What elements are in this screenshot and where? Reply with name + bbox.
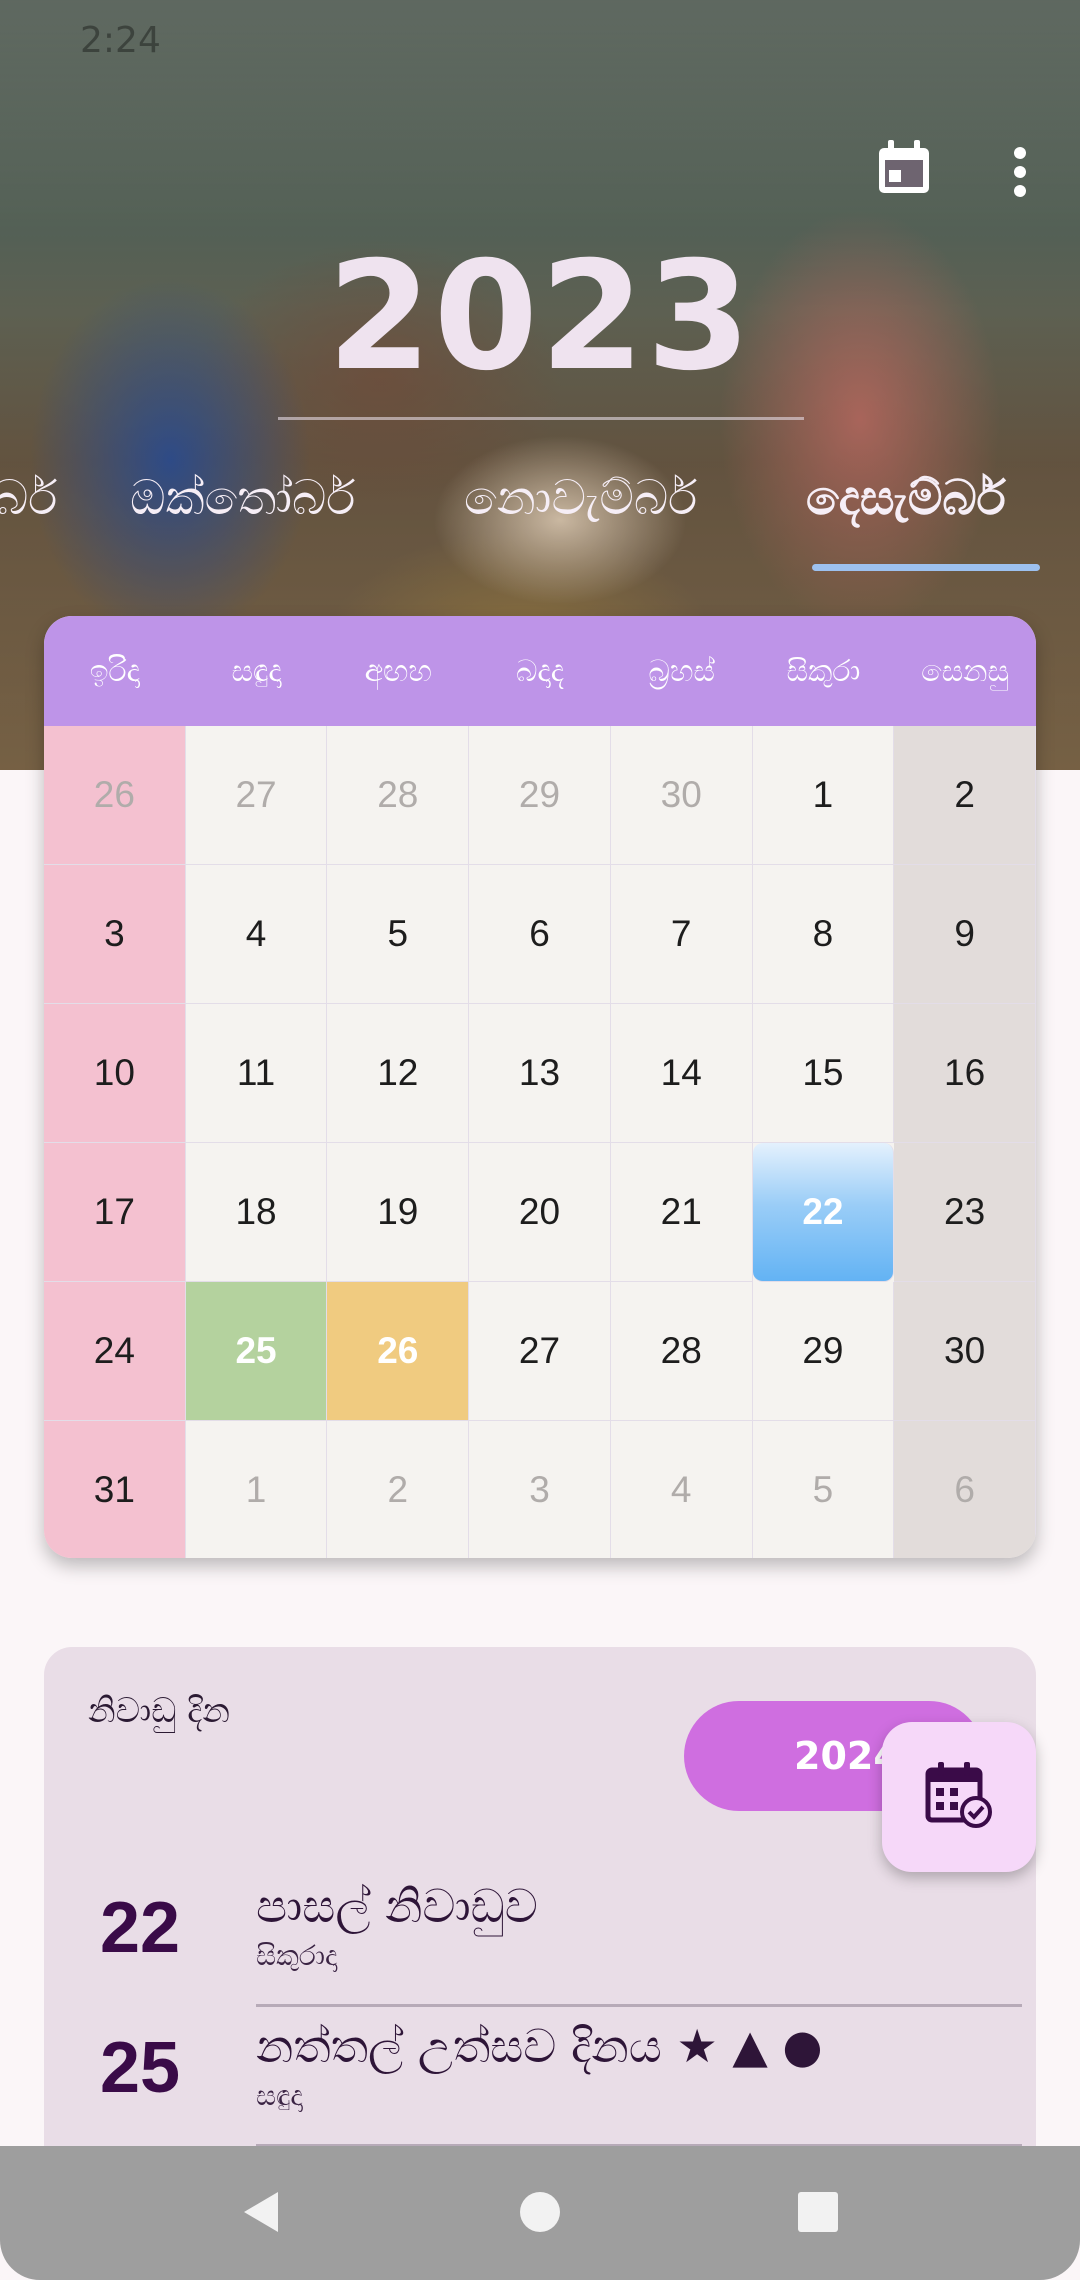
weekday-wednesday: බදාද bbox=[515, 653, 565, 689]
month-tab-indicator bbox=[812, 564, 1040, 571]
tab-month-september[interactable]: බර් bbox=[0, 470, 57, 527]
calendar-day[interactable]: 21 bbox=[610, 1143, 753, 1282]
calendar-day[interactable]: 19 bbox=[327, 1143, 470, 1282]
calendar-icon[interactable] bbox=[876, 140, 932, 196]
calendar-day[interactable]: 4 bbox=[185, 865, 328, 1004]
calendar-day[interactable]: 15 bbox=[752, 1004, 895, 1143]
calendar-day-holiday[interactable]: 25 bbox=[185, 1282, 328, 1421]
calendar-day-today[interactable]: 22 bbox=[752, 1143, 895, 1282]
calendar-day[interactable]: 30 bbox=[610, 726, 753, 865]
calendar-day[interactable]: 30 bbox=[894, 1282, 1036, 1421]
status-time: 2:24 bbox=[80, 20, 161, 61]
calendar-day[interactable]: 6 bbox=[469, 865, 611, 1004]
calendar-day[interactable]: 31 bbox=[44, 1421, 186, 1558]
calendar-day[interactable]: 17 bbox=[44, 1143, 186, 1282]
calendar-day[interactable]: 29 bbox=[752, 1282, 895, 1421]
weekday-header: ඉරිදා සඳුදා අඟහ බදාද බ්‍රහස් සිකුරා සෙනස… bbox=[44, 616, 1036, 726]
calendar-check-button[interactable] bbox=[882, 1722, 1036, 1872]
tab-month-november[interactable]: නොවැම්බර් bbox=[464, 470, 697, 527]
holiday-day: 25 bbox=[100, 2028, 181, 2108]
year-divider bbox=[278, 417, 804, 420]
calendar-day[interactable]: 12 bbox=[327, 1004, 470, 1143]
calendar-day[interactable]: 2 bbox=[894, 726, 1036, 865]
holiday-weekday: සිකුරාදා bbox=[256, 1939, 338, 1972]
calendar-day[interactable]: 11 bbox=[185, 1004, 328, 1143]
holiday-item[interactable]: 22 පාසල් නිවාඩුව සිකුරාදා bbox=[44, 1867, 1036, 2007]
home-icon[interactable] bbox=[510, 2182, 570, 2242]
weekday-friday: සිකුරා bbox=[786, 653, 861, 689]
calendar-day[interactable]: 18 bbox=[185, 1143, 328, 1282]
calendar-day[interactable]: 3 bbox=[469, 1421, 611, 1558]
calendar-day[interactable]: 8 bbox=[752, 865, 895, 1004]
tab-month-december[interactable]: දෙසැම්බර් bbox=[806, 470, 1006, 527]
back-icon[interactable] bbox=[230, 2182, 290, 2242]
calendar-day[interactable]: 1 bbox=[185, 1421, 328, 1558]
calendar-day[interactable]: 28 bbox=[610, 1282, 753, 1421]
calendar-day[interactable]: 16 bbox=[894, 1004, 1036, 1143]
calendar-day[interactable]: 2 bbox=[327, 1421, 470, 1558]
month-tabs: බර් ඔක්තෝබර් නොවැම්බර් දෙසැම්බර් bbox=[0, 470, 1080, 570]
tab-month-october[interactable]: ඔක්තෝබර් bbox=[130, 470, 355, 527]
calendar-day[interactable]: 1 bbox=[752, 726, 895, 865]
calendar-day[interactable]: 4 bbox=[610, 1421, 753, 1558]
weekday-monday: සඳුදා bbox=[231, 653, 282, 689]
calendar-day[interactable]: 6 bbox=[894, 1421, 1036, 1558]
calendar-day[interactable]: 27 bbox=[469, 1282, 611, 1421]
holidays-title: නිවාඩු දින bbox=[88, 1691, 230, 1731]
calendar-day[interactable]: 29 bbox=[469, 726, 611, 865]
weekday-thursday: බ්‍රහස් bbox=[648, 653, 716, 689]
calendar-day[interactable]: 5 bbox=[327, 865, 470, 1004]
calendar-day[interactable]: 26 bbox=[44, 726, 186, 865]
weekday-saturday: සෙනසු bbox=[921, 653, 1010, 689]
more-vertical-icon[interactable] bbox=[1006, 146, 1034, 198]
calendar-day[interactable]: 10 bbox=[44, 1004, 186, 1143]
calendar-day[interactable]: 7 bbox=[610, 865, 753, 1004]
calendar-day[interactable]: 14 bbox=[610, 1004, 753, 1143]
calendar-day[interactable]: 20 bbox=[469, 1143, 611, 1282]
calendar-day[interactable]: 3 bbox=[44, 865, 186, 1004]
calendar-check-icon bbox=[924, 1760, 994, 1834]
year-title: 2023 bbox=[327, 230, 753, 404]
holiday-name: පාසල් නිවාඩුව bbox=[256, 1879, 538, 1933]
holiday-weekday: සඳුදා bbox=[256, 2079, 303, 2112]
calendar-day[interactable]: 24 bbox=[44, 1282, 186, 1421]
weekday-tuesday: අඟහ bbox=[364, 653, 432, 689]
holiday-day: 22 bbox=[100, 1888, 181, 1968]
system-navigation-bar bbox=[0, 2146, 1080, 2280]
calendar-day[interactable]: 5 bbox=[752, 1421, 895, 1558]
status-bar: 2:24 bbox=[80, 20, 1020, 70]
recents-icon[interactable] bbox=[788, 2182, 848, 2242]
calendar-day[interactable]: 23 bbox=[894, 1143, 1036, 1282]
weekday-sunday: ඉරිදා bbox=[89, 653, 140, 689]
calendar-day[interactable]: 13 bbox=[469, 1004, 611, 1143]
holiday-item[interactable]: 25 නත්තල් උත්සව දිනය ★ ▲ ● සඳුදා bbox=[44, 2007, 1036, 2147]
holiday-name: නත්තල් උත්සව දිනය ★ ▲ ● bbox=[256, 2019, 823, 2073]
calendar-day[interactable]: 28 bbox=[327, 726, 470, 865]
calendar-day[interactable]: 9 bbox=[894, 865, 1036, 1004]
calendar-day[interactable]: 27 bbox=[185, 726, 328, 865]
month-calendar: ඉරිදා සඳුදා අඟහ බදාද බ්‍රහස් සිකුරා සෙනස… bbox=[44, 616, 1036, 1558]
calendar-day-holiday[interactable]: 26 bbox=[327, 1282, 470, 1421]
calendar-grid: 26 27 28 29 30 1 2 3 4 5 6 7 8 9 10 11 1… bbox=[44, 726, 1036, 1558]
